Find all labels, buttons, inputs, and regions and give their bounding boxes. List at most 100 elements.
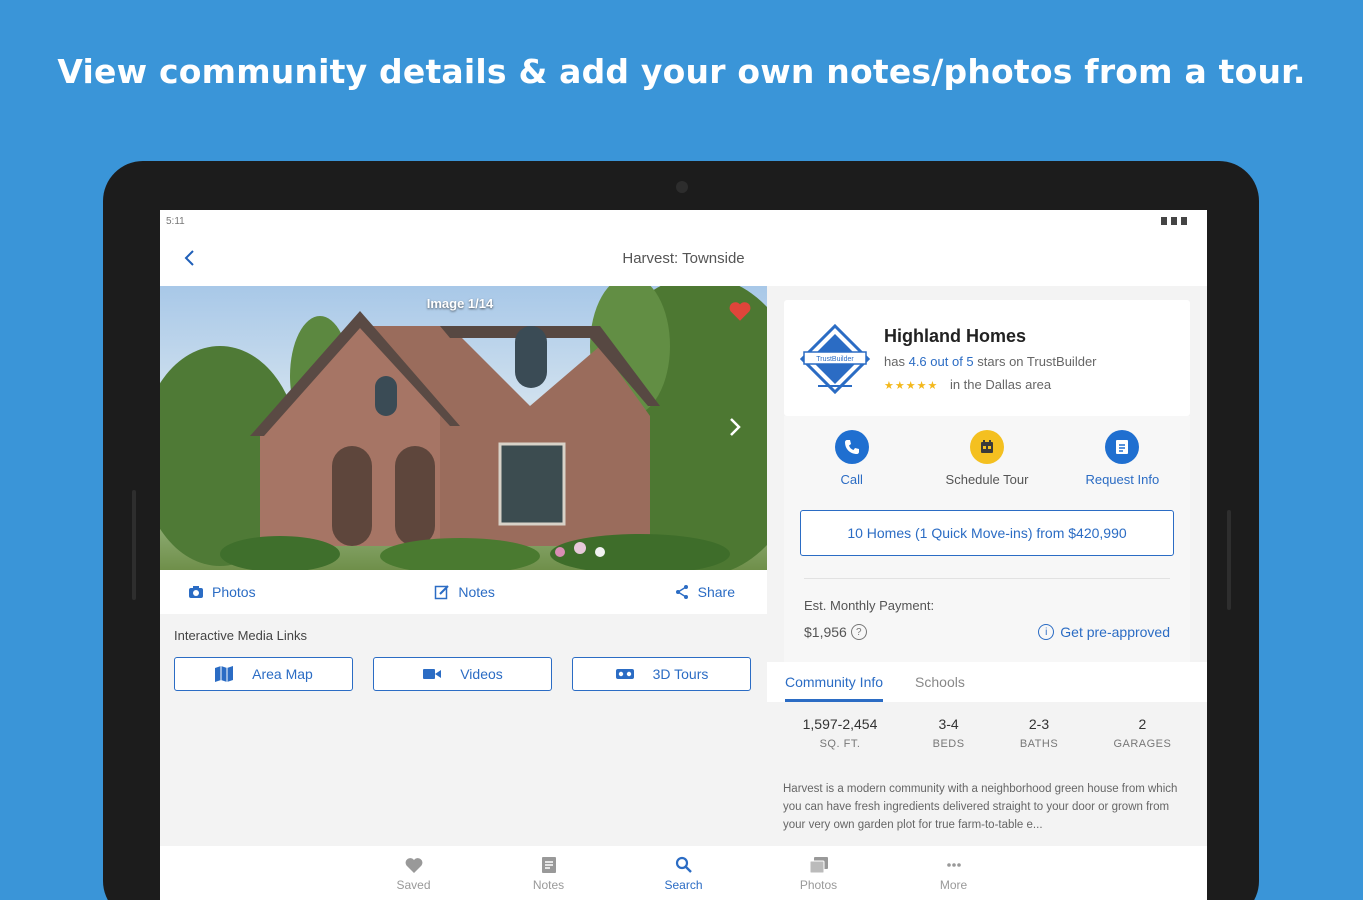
share-icon [675, 585, 688, 599]
photos-button[interactable]: Photos [188, 584, 256, 600]
stat-garages: 2 GARAGES [1113, 716, 1171, 750]
next-image-button[interactable] [725, 414, 745, 447]
nav-photos[interactable]: Photos [751, 846, 886, 900]
rating-prefix: has [884, 354, 905, 369]
schedule-tour-button[interactable]: Schedule Tour [922, 430, 1052, 487]
app-screen: 5:11 Harvest: Townside Image 1/14 Photos… [160, 210, 1207, 900]
favorite-button[interactable] [727, 298, 753, 324]
page-title: Harvest: Townside [622, 250, 745, 267]
request-info-button[interactable]: Request Info [1057, 430, 1187, 487]
monthly-payment-value: $1,956 ? [804, 624, 867, 640]
photo-actions-bar: Photos Notes Share [160, 570, 767, 614]
more-icon [946, 863, 961, 867]
builder-rating: has 4.6 out of 5 stars on TrustBuilder [884, 354, 1097, 369]
heart-icon [729, 302, 751, 321]
nav-saved[interactable]: Saved [346, 846, 481, 900]
builder-area: ★★★★★ in the Dallas area [884, 377, 1051, 392]
right-panel: TrustBuilder Highland Homes has 4.6 out … [767, 286, 1207, 846]
contact-panel: Call Schedule Tour Request Info 10 Homes… [784, 416, 1190, 662]
tablet-side-button [1227, 510, 1231, 610]
app-bar: Harvest: Townside [160, 232, 1207, 286]
area-map-button[interactable]: Area Map [174, 657, 353, 691]
notes-label: Notes [458, 584, 495, 600]
share-label: Share [697, 584, 735, 600]
divider [804, 578, 1170, 579]
logo-text: TrustBuilder [816, 356, 854, 363]
nav-more[interactable]: More [886, 846, 1021, 900]
signal-icon [1171, 217, 1177, 225]
map-icon [215, 666, 234, 682]
area-label: in the Dallas area [949, 377, 1052, 392]
calendar-icon [969, 430, 1004, 464]
tab-schools[interactable]: Schools [915, 662, 965, 702]
stat-label: SQ. FT. [819, 738, 861, 750]
area-map-label: Area Map [252, 666, 313, 682]
videos-button[interactable]: Videos [373, 657, 552, 691]
notes-button[interactable]: Notes [434, 584, 495, 600]
stat-label: GARAGES [1113, 738, 1172, 750]
nav-saved-label: Saved [396, 878, 431, 892]
phone-icon [834, 430, 869, 464]
status-time: 5:11 [166, 215, 185, 227]
wifi-icon [1161, 217, 1167, 225]
stat-value: 2 [1138, 716, 1147, 732]
photos-icon [809, 857, 828, 874]
headline: View community details & add your own no… [57, 52, 1306, 91]
nav-notes[interactable]: Notes [481, 846, 616, 900]
request-info-label: Request Info [1085, 472, 1160, 487]
call-label: Call [840, 472, 863, 487]
builder-card[interactable]: TrustBuilder Highland Homes has 4.6 out … [784, 300, 1190, 416]
info-icon: i [1038, 624, 1055, 640]
pre-approved-label: Get pre-approved [1060, 624, 1170, 640]
notes-icon [541, 857, 556, 873]
document-icon [1105, 430, 1140, 464]
builder-name: Highland Homes [884, 326, 1027, 346]
community-stats: 1,597-2,454 SQ. FT. 3-4 BEDS 2-3 BATHS 2… [767, 716, 1207, 750]
nav-notes-label: Notes [532, 878, 565, 892]
stat-label: BEDS [932, 738, 965, 750]
status-bar: 5:11 [160, 210, 1207, 232]
house-image [160, 286, 767, 570]
left-panel: Image 1/14 Photos Notes Share Interactiv… [160, 286, 767, 846]
rating-value: 4.6 out of 5 [908, 354, 974, 369]
payment-amount: $1,956 [804, 624, 847, 640]
video-camera-icon [423, 669, 442, 679]
monthly-payment-label: Est. Monthly Payment: [804, 598, 935, 613]
contact-actions: Call Schedule Tour Request Info [784, 430, 1190, 487]
media-links-title: Interactive Media Links [174, 628, 307, 643]
available-homes-button[interactable]: 10 Homes (1 Quick Move-ins) from $420,99… [800, 510, 1174, 556]
chevron-right-icon [730, 418, 741, 436]
community-photo[interactable]: Image 1/14 [160, 286, 767, 570]
get-pre-approved-link[interactable]: i Get pre-approved [1038, 624, 1170, 640]
videos-label: Videos [460, 666, 503, 682]
nav-photos-label: Photos [799, 878, 838, 892]
stat-label: BATHS [1019, 738, 1059, 750]
stat-value: 3-4 [938, 716, 959, 732]
schedule-tour-label: Schedule Tour [945, 472, 1029, 487]
media-links-section: Interactive Media Links Area Map Videos … [160, 614, 767, 705]
nav-more-label: More [939, 878, 968, 892]
nav-search[interactable]: Search [616, 846, 751, 900]
call-button[interactable]: Call [787, 430, 917, 487]
community-description: Harvest is a modern community with a nei… [783, 783, 1178, 831]
info-tabs: Community Info Schools [767, 662, 1207, 702]
tablet-side-button [132, 490, 136, 600]
camera-icon [189, 586, 203, 598]
heart-icon [405, 858, 422, 873]
rating-suffix: stars on TrustBuilder [977, 354, 1097, 369]
battery-icon [1181, 217, 1187, 225]
stat-beds: 3-4 BEDS [933, 716, 965, 750]
trustbuilder-logo: TrustBuilder [799, 324, 871, 394]
3d-tours-label: 3D Tours [652, 666, 709, 682]
tablet-camera [676, 181, 688, 193]
star-rating-icon: ★★★★★ [884, 380, 939, 392]
nav-search-label: Search [664, 878, 703, 892]
photos-label: Photos [212, 584, 256, 600]
status-icons [1161, 217, 1187, 225]
vr-headset-icon [615, 669, 634, 679]
stat-value: 1,597-2,454 [802, 716, 878, 732]
tab-community-info[interactable]: Community Info [785, 662, 884, 702]
3d-tours-button[interactable]: 3D Tours [572, 657, 751, 691]
info-icon[interactable]: ? [850, 624, 867, 640]
share-button[interactable]: Share [674, 584, 735, 600]
